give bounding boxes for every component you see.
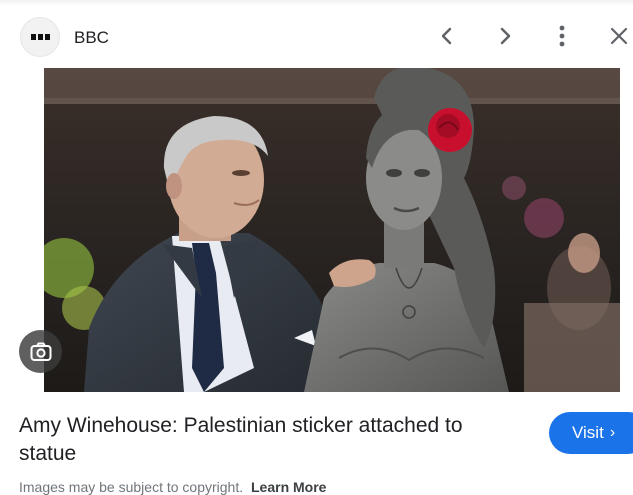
close-icon[interactable] [605, 22, 633, 50]
google-lens-icon[interactable] [19, 330, 62, 373]
image-preview[interactable] [0, 68, 633, 392]
back-chevron-icon[interactable] [433, 22, 461, 50]
top-divider [0, 0, 633, 6]
more-vert-icon[interactable] [548, 22, 576, 50]
result-title[interactable]: Amy Winehouse: Palestinian sticker attac… [19, 412, 519, 468]
result-photo[interactable] [44, 68, 620, 392]
chevron-right-icon: › [609, 424, 616, 441]
bbc-logo-icon[interactable] [20, 17, 60, 57]
visit-button[interactable]: Visit › [549, 412, 633, 454]
site-name[interactable]: BBC [74, 28, 109, 48]
viewer-header: BBC [0, 0, 633, 68]
visit-button-label: Visit [572, 423, 604, 442]
forward-chevron-icon[interactable] [491, 22, 519, 50]
